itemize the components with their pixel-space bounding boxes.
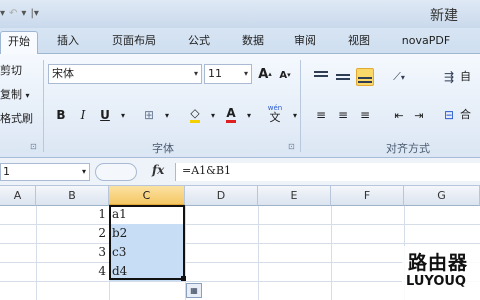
column-header[interactable]: A [0,186,36,206]
column-header[interactable]: D [185,186,258,206]
cell-b4[interactable]: 4 [86,264,106,278]
shrink-font-button[interactable]: A ▾ [276,66,294,84]
merge-center-label[interactable]: 合 [460,106,471,124]
watermark-en: LUYOUQ [406,274,466,289]
wrap-text-label[interactable]: 自 [460,68,471,86]
increase-indent-icon[interactable]: ⇥ [410,106,428,124]
title-bar: ▾ ↶ ▾ |▾ 新建 [0,0,480,28]
decrease-indent-icon[interactable]: ⇤ [390,106,408,124]
shrink-font-icon: A [279,69,288,81]
cut-button[interactable]: 剪切 [0,62,22,80]
merge-center-icon[interactable]: ⊟ [440,106,458,124]
tab-data[interactable]: 数据 [238,31,268,53]
qat-dropdown-icon[interactable]: ▾ [0,8,5,19]
font-group-label: 字体 [152,142,174,155]
insert-function-icon[interactable]: fx [152,163,164,177]
wrap-text-icon[interactable]: ⇶ [440,68,458,86]
tab-page-layout[interactable]: 页面布局 [106,31,162,53]
autofill-options-icon[interactable]: ▦ [186,283,202,298]
cell-b1[interactable]: 1 [86,207,106,221]
formula-input[interactable]: =A1&B1 [175,163,480,181]
group-divider [43,60,44,152]
selection-border [109,205,185,280]
tab-review[interactable]: 审阅 [290,31,320,53]
borders-dropdown-icon[interactable]: ▾ [158,106,176,124]
orientation-button[interactable]: ⟋ ▾ [390,68,408,86]
align-top-button[interactable] [312,68,330,86]
format-painter-button[interactable]: 格式刷 [0,110,33,128]
font-size-select[interactable]: 11 ▾ [204,64,252,84]
align-top-icon [314,71,328,83]
name-box[interactable]: 1 ▾ [0,163,90,181]
bold-button[interactable]: B [52,106,70,124]
ribbon-tabs: 开始 插入 页面布局 公式 数据 审阅 视图 novaPDF [0,28,480,55]
cell-b2[interactable]: 2 [86,226,106,240]
formula-bar-divider[interactable] [95,163,137,181]
phonetic-char-icon: 文 [269,111,281,124]
column-header[interactable]: E [258,186,331,206]
font-color-dropdown-icon[interactable]: ▾ [240,106,258,124]
grow-font-icon: A [258,66,269,82]
font-name-select[interactable]: 宋体 ▾ [48,64,202,84]
column-header[interactable]: F [331,186,404,206]
font-name-value: 宋体 [52,67,74,80]
chevron-down-icon: ▾ [193,69,198,78]
underline-button[interactable]: U [96,106,114,124]
quick-access-toolbar: ▾ ↶ ▾ |▾ [0,4,39,22]
font-color-icon: A [226,107,236,123]
window-title: 新建 [430,8,458,24]
watermark: 路由器 LUYOUQ [402,246,480,300]
tab-formulas[interactable]: 公式 [184,31,214,53]
chevron-down-icon[interactable]: ▾ [26,91,30,100]
chevron-down-icon: ▾ [243,69,248,78]
fill-color-button[interactable]: ◇ [186,106,204,124]
phonetic-dropdown-icon[interactable]: ▾ [286,106,304,124]
fill-color-dropdown-icon[interactable]: ▾ [204,106,222,124]
alignment-group-label: 对齐方式 [386,142,430,155]
group-divider [300,60,301,152]
undo-icon[interactable]: ↶ [9,8,17,19]
formula-bar: 1 ▾ fx =A1&B1 [0,158,480,186]
chevron-down-icon: ▾ [81,167,86,176]
qat-more-icon[interactable]: ▾ [21,8,26,19]
column-header[interactable]: G [404,186,480,206]
copy-label: 复制 [0,88,22,101]
fill-handle[interactable] [181,276,186,281]
paint-bucket-icon: ◇ [190,107,200,123]
font-color-button[interactable]: A [222,106,240,124]
column-gridline [258,206,259,300]
ribbon: 剪切 复制 ▾ 格式刷 ⊡ 宋体 ▾ 11 ▾ A ▴ A ▾ B I U ▾ ⊞ ▾ … [0,54,480,158]
align-middle-button[interactable] [334,68,352,86]
font-size-value: 11 [208,67,222,80]
qat-customize-icon[interactable]: |▾ [30,8,38,19]
column-gridline [36,206,37,300]
grow-font-button[interactable]: A ▴ [256,65,274,83]
align-middle-icon [336,71,350,83]
align-bottom-icon [358,71,372,83]
column-header-selected[interactable]: C [109,186,185,206]
tab-home[interactable]: 开始 [0,31,38,55]
borders-icon[interactable]: ⊞ [140,106,158,124]
align-center-icon[interactable]: ≡ [334,106,352,124]
align-right-icon[interactable]: ≡ [356,106,374,124]
name-box-value: 1 [3,165,10,178]
tab-insert[interactable]: 插入 [52,31,84,53]
clipboard-launcher-icon[interactable]: ⊡ [30,142,37,151]
cell-b3[interactable]: 3 [86,245,106,259]
font-launcher-icon[interactable]: ⊡ [288,142,295,151]
watermark-cn: 路由器 [408,252,469,274]
column-header[interactable]: B [36,186,109,206]
align-bottom-button[interactable] [356,68,374,86]
italic-button[interactable]: I [74,106,92,124]
phonetic-guide-button[interactable]: wén 文 [264,104,286,124]
row-gridline [0,243,480,244]
orientation-icon: ⟋ [393,70,401,83]
column-gridline [331,206,332,300]
row-gridline [0,224,480,225]
align-left-icon[interactable]: ≡ [312,106,330,124]
tab-novapdf[interactable]: novaPDF [396,31,456,53]
underline-dropdown-icon[interactable]: ▾ [114,106,132,124]
copy-button[interactable]: 复制 ▾ [0,86,30,104]
tab-view[interactable]: 视图 [344,31,374,53]
